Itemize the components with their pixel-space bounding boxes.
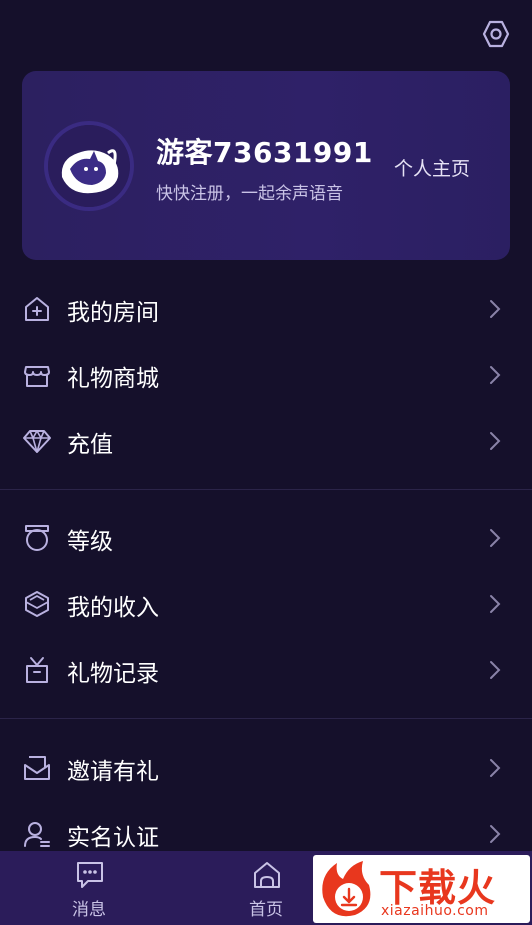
nav-label: 消息 [72,900,106,920]
menu-item-gift-records[interactable]: 礼物记录 [0,636,532,702]
personal-homepage-link[interactable]: 个人主页 [394,154,470,181]
menu-group-2: 等级 我的收入 礼物记录 [0,504,532,702]
menu-item-gift-shop[interactable]: 礼物商城 [0,341,532,407]
house-icon [25,297,49,321]
invite-icon [24,756,50,780]
level-badge-icon [25,525,49,551]
chevron-right-icon [490,366,501,384]
avatar[interactable] [44,121,134,211]
avatar-cat-icon [48,125,130,207]
menu-item-my-room[interactable]: 我的房间 [0,275,532,341]
settings-button[interactable] [482,20,510,48]
menu-item-label: 邀请有礼 [67,759,159,785]
menu-group-1: 我的房间 礼物商城 充值 [0,275,532,473]
nav-label: 首页 [249,900,283,920]
gift-box-icon [26,657,48,683]
home-icon [254,862,280,888]
chevron-right-icon [490,661,501,679]
user-verify-icon [24,822,50,847]
menu-item-label: 我的收入 [67,595,159,621]
nav-tab-messages[interactable]: 消息 [44,851,134,925]
divider [0,718,532,719]
menu-item-label: 礼物商城 [67,366,159,392]
menu-item-recharge[interactable]: 充值 [0,407,532,473]
shop-icon [24,366,50,387]
diamond-icon [23,430,51,453]
menu-item-label: 等级 [67,529,113,555]
chevron-right-icon [490,529,501,547]
username: 游客73631991 [156,136,373,169]
chat-bubble-icon [77,862,103,888]
menu-group-3: 邀请有礼 实名认证 [0,734,532,866]
watermark-flame-logo-icon [322,861,371,917]
watermark-site: xiazaihuo.com [381,903,489,919]
menu-item-level[interactable]: 等级 [0,504,532,570]
chevron-right-icon [490,432,501,450]
menu-item-my-income[interactable]: 我的收入 [0,570,532,636]
menu-item-label: 我的房间 [67,300,159,326]
menu-item-label: 礼物记录 [67,661,159,687]
profile-card[interactable]: 游客73631991 快快注册，一起余声语音 个人主页 [22,71,510,260]
menu-item-invite[interactable]: 邀请有礼 [0,734,532,800]
income-icon [25,591,49,617]
top-bar [0,0,532,68]
register-prompt[interactable]: 快快注册，一起余声语音 [156,179,343,204]
chevron-right-icon [490,825,501,843]
watermark: 下载火 xiazaihuo.com [313,855,530,923]
menu-item-label: 充值 [67,432,113,458]
chevron-right-icon [490,300,501,318]
divider [0,489,532,490]
chevron-right-icon [490,595,501,613]
chevron-right-icon [490,759,501,777]
settings-hexagon-icon [482,20,510,48]
menu-item-label: 实名认证 [67,825,159,851]
nav-tab-home[interactable]: 首页 [221,851,311,925]
